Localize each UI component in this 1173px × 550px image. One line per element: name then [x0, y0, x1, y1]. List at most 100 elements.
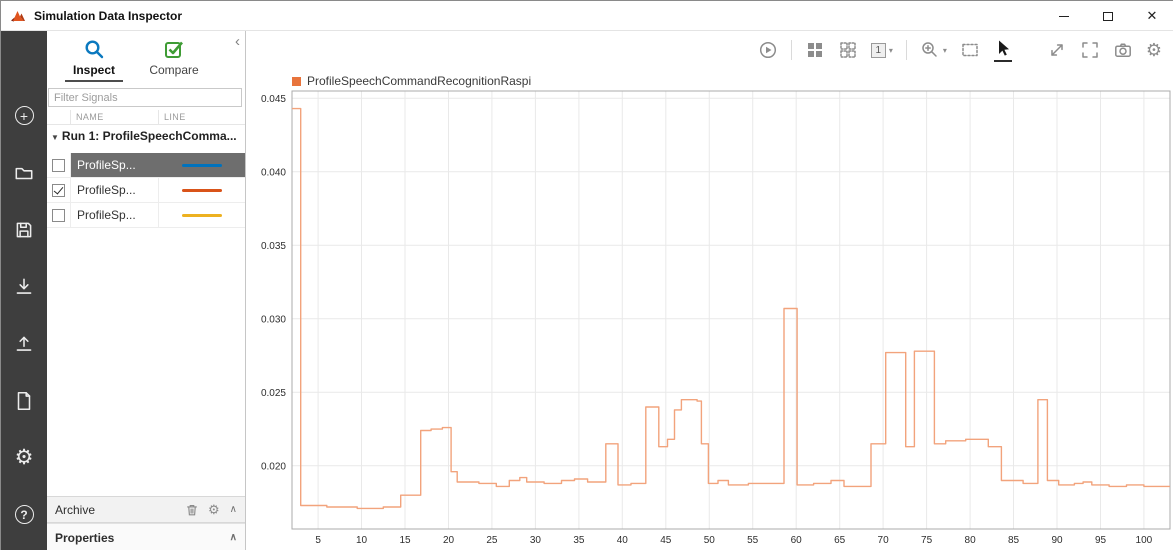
- panel-tabs: Inspect Compare ‹: [47, 31, 245, 86]
- svg-text:15: 15: [399, 535, 411, 546]
- tab-compare[interactable]: Compare: [139, 38, 209, 77]
- signal-checkbox[interactable]: [52, 183, 65, 197]
- zoom-in-icon: [922, 42, 937, 57]
- svg-text:0.045: 0.045: [261, 94, 286, 105]
- svg-text:0.025: 0.025: [261, 388, 286, 399]
- import-button[interactable]: [1, 258, 47, 315]
- signal-row[interactable]: ProfileSp...: [47, 203, 245, 228]
- view-count-value: 1: [870, 42, 886, 58]
- pointer-icon[interactable]: [993, 38, 1013, 62]
- zoom-region-icon[interactable]: [960, 40, 980, 60]
- question-icon: ?: [14, 505, 34, 524]
- signal-table-header: NAME LINE: [47, 110, 245, 125]
- svg-text:55: 55: [747, 535, 759, 546]
- signal-name[interactable]: ProfileSp...: [71, 153, 159, 177]
- view-count-button[interactable]: 1 ▾: [870, 42, 893, 58]
- svg-text:80: 80: [965, 535, 977, 546]
- archive-section-header[interactable]: Archive ⚙ ∧: [47, 496, 245, 523]
- archive-gear-icon[interactable]: ⚙: [208, 503, 220, 516]
- caret-down-icon: ▾: [888, 45, 893, 55]
- svg-text:85: 85: [1008, 535, 1020, 546]
- svg-text:95: 95: [1095, 535, 1107, 546]
- fullscreen-icon[interactable]: [1080, 40, 1100, 60]
- run-expand-caret-icon[interactable]: ▼: [51, 133, 59, 142]
- signal-row[interactable]: ProfileSp...: [47, 178, 245, 203]
- svg-text:30: 30: [530, 535, 542, 546]
- y-tick-labels: 0.020 0.025 0.030 0.035 0.040 0.045: [261, 94, 286, 472]
- zoom-in-button[interactable]: ▾: [920, 40, 947, 60]
- signal-checkbox[interactable]: [52, 158, 65, 172]
- toolbar-separator: [790, 40, 792, 60]
- line-color-sample: [182, 213, 222, 217]
- caret-down-icon: ▾: [942, 45, 947, 55]
- signal-line-cell[interactable]: [159, 178, 245, 202]
- line-column-header: LINE: [164, 112, 186, 122]
- gear-icon: ⚙: [14, 446, 34, 469]
- svg-text:65: 65: [834, 535, 846, 546]
- preferences-button[interactable]: ⚙: [1, 429, 47, 486]
- signal-line-cell[interactable]: [159, 153, 245, 177]
- name-column-header: NAME: [71, 110, 159, 124]
- archive-collapse-chevron-icon[interactable]: ∧: [230, 504, 237, 515]
- run-group-row[interactable]: ▼ Run 1: ProfileSpeechComma...: [47, 126, 245, 146]
- tab-inspect[interactable]: Inspect: [59, 38, 129, 82]
- properties-section-header[interactable]: Properties ∧: [47, 523, 245, 550]
- signal-row[interactable]: ProfileSp...: [47, 153, 245, 178]
- minimize-button[interactable]: [1042, 1, 1086, 31]
- run-label: Run 1: ProfileSpeechComma...: [61, 129, 237, 143]
- export-button[interactable]: [1, 315, 47, 372]
- create-report-button[interactable]: [1, 372, 47, 429]
- window-controls: ✕: [1042, 1, 1173, 31]
- playback-icon[interactable]: [758, 40, 778, 60]
- filter-signals-input[interactable]: [48, 88, 242, 107]
- folder-icon: [15, 167, 33, 179]
- new-run-button[interactable]: +: [1, 87, 47, 144]
- signal-line-cell[interactable]: [159, 203, 245, 227]
- save-button[interactable]: [1, 201, 47, 258]
- svg-text:50: 50: [704, 535, 716, 546]
- properties-collapse-chevron-icon[interactable]: ∧: [230, 532, 237, 543]
- x-tick-labels: 5 10 15 20 25 30 35 40 45 50 55 60 65 70 75 80 85 90 95 100: [315, 535, 1152, 546]
- svg-text:0.020: 0.020: [261, 461, 286, 472]
- layout-grid-icon[interactable]: [805, 40, 825, 60]
- import-icon: [16, 278, 32, 294]
- tab-compare-label: Compare: [149, 63, 199, 77]
- svg-text:0.035: 0.035: [261, 241, 286, 252]
- signal-plot[interactable]: 0.020 0.025 0.030 0.035 0.040 0.045 5 10 15 20 25 3…: [246, 81, 1173, 550]
- trash-icon[interactable]: [185, 503, 199, 517]
- close-button[interactable]: ✕: [1130, 1, 1173, 31]
- signal-name[interactable]: ProfileSp...: [71, 178, 159, 202]
- svg-text:70: 70: [878, 535, 890, 546]
- maximize-icon: [1103, 11, 1113, 21]
- signal-checkbox-cell: [47, 153, 71, 177]
- sparse-layout-icon[interactable]: [838, 40, 858, 60]
- svg-text:25: 25: [486, 535, 498, 546]
- export-icon: [16, 336, 32, 351]
- svg-text:0.030: 0.030: [261, 314, 286, 325]
- maximize-button[interactable]: [1086, 1, 1130, 31]
- expand-plot-icon[interactable]: [1047, 40, 1067, 60]
- svg-text:35: 35: [573, 535, 585, 546]
- camera-icon[interactable]: [1113, 40, 1133, 60]
- plus-circle-icon: +: [14, 106, 34, 125]
- report-page-icon: [17, 391, 31, 410]
- title-bar: Simulation Data Inspector ✕: [1, 1, 1173, 31]
- inspect-magnifier-icon: [85, 40, 104, 59]
- signal-list: ProfileSp... ProfileSp... ProfileSp...: [47, 153, 245, 228]
- properties-label: Properties: [55, 530, 115, 545]
- signal-checkbox[interactable]: [52, 208, 65, 222]
- line-color-sample: [182, 163, 222, 167]
- tab-inspect-label: Inspect: [72, 63, 115, 77]
- svg-text:45: 45: [660, 535, 672, 546]
- help-button[interactable]: ?: [1, 486, 47, 543]
- collapse-panel-chevron-icon[interactable]: ‹: [235, 34, 240, 49]
- signal-browser-panel: Inspect Compare ‹ NAME LINE ▼Run 1: Prof…: [47, 31, 246, 550]
- save-icon: [16, 222, 32, 237]
- svg-text:10: 10: [356, 535, 368, 546]
- signal-name[interactable]: ProfileSp...: [71, 203, 159, 227]
- svg-text:100: 100: [1136, 535, 1153, 546]
- series-lines: [292, 107, 1170, 510]
- svg-text:40: 40: [617, 535, 629, 546]
- open-button[interactable]: [1, 144, 47, 201]
- plot-settings-gear-icon[interactable]: ⚙: [1146, 41, 1162, 59]
